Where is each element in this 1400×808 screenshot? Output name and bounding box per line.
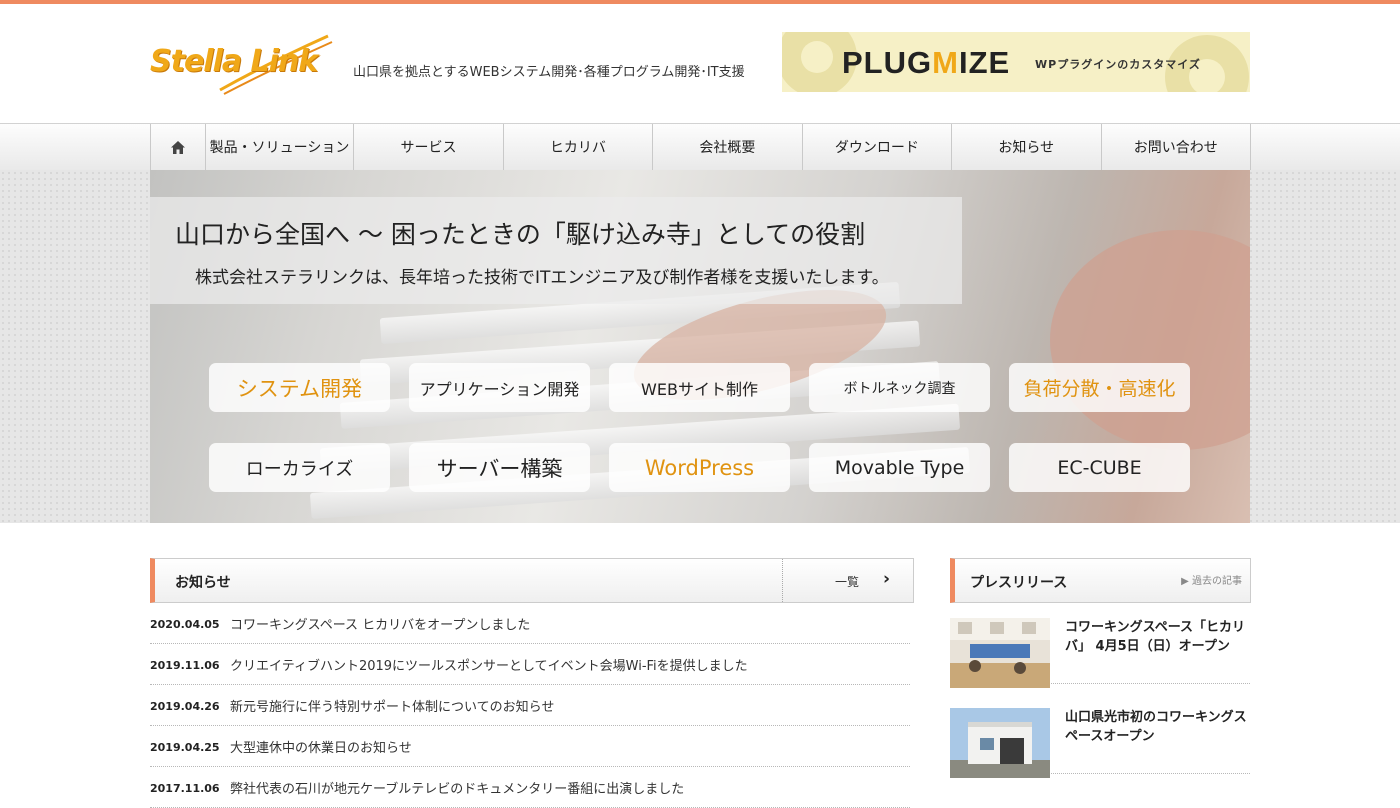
nav-item-hikariba[interactable]: ヒカリバ xyxy=(504,124,654,170)
logo-text: Stella Link xyxy=(150,44,318,79)
service-load-balance-button[interactable]: 負荷分散・高速化 xyxy=(1009,363,1190,412)
news-list: 2020.04.05 コワーキングスペース ヒカリバをオープンしました 2019… xyxy=(150,603,910,808)
service-localize-button[interactable]: ローカライズ xyxy=(209,443,390,492)
press-thumbnail[interactable] xyxy=(950,708,1050,778)
banner-subtitle: WPプラグインのカスタマイズ xyxy=(1035,58,1201,71)
logo[interactable]: Stella Link xyxy=(150,32,335,98)
press-item[interactable]: 山口県光市初のコワーキングスペースオープン xyxy=(950,693,1250,778)
nav-item-news[interactable]: お知らせ xyxy=(952,124,1102,170)
service-wordpress-button[interactable]: WordPress xyxy=(609,443,790,492)
press-thumbnail[interactable] xyxy=(950,618,1050,688)
service-app-dev-button[interactable]: アプリケーション開発 xyxy=(409,363,590,412)
nav-item-download[interactable]: ダウンロード xyxy=(803,124,953,170)
service-ec-cube-button[interactable]: EC-CUBE xyxy=(1009,443,1190,492)
service-movable-type-button[interactable]: Movable Type xyxy=(809,443,990,492)
service-system-dev-button[interactable]: システム開発 xyxy=(209,363,390,412)
news-item[interactable]: 2019.04.26 新元号施行に伴う特別サポート体制についてのお知らせ xyxy=(150,685,910,726)
hero-subline: 株式会社ステラリンクは、長年培った技術でITエンジニア及び制作者様を支援いたしま… xyxy=(195,268,889,288)
nav-item-contact[interactable]: お問い合わせ xyxy=(1102,124,1251,170)
press-archive-link[interactable]: ▶ 過去の記事 xyxy=(1181,572,1242,587)
nav-item-products[interactable]: 製品・ソリューション xyxy=(206,124,355,170)
news-item[interactable]: 2017.11.06 弊社代表の石川が地元ケーブルテレビのドキュメンタリー番組に… xyxy=(150,767,910,808)
service-website-button[interactable]: WEBサイト制作 xyxy=(609,363,790,412)
service-bottleneck-button[interactable]: ボトルネック調査 xyxy=(809,363,990,412)
press-section: プレスリリース ▶ 過去の記事 コワーキングスペース「ヒカリバ」 4月5日（日）… xyxy=(950,558,1251,778)
news-header: お知らせ 一覧 › xyxy=(150,558,914,603)
nav-item-company[interactable]: 会社概要 xyxy=(653,124,803,170)
plugmize-banner[interactable]: PLUGMIZE WPプラグインのカスタマイズ xyxy=(782,32,1250,92)
press-header: プレスリリース ▶ 過去の記事 xyxy=(950,558,1251,603)
top-accent-stripe xyxy=(0,0,1400,4)
chevron-right-icon: › xyxy=(883,569,891,589)
news-item[interactable]: 2019.11.06 クリエイティブハント2019にツールスポンサーとしてイベン… xyxy=(150,644,910,685)
hero-caption: 山口から全国へ 〜 困ったときの「駆け込み寺」としての役割 株式会社ステラリンク… xyxy=(150,197,962,304)
nav-home[interactable] xyxy=(151,124,206,170)
banner-title: PLUGMIZE xyxy=(842,45,1011,80)
site-tagline: 山口県を拠点とするWEBシステム開発･各種プログラム開発･IT支援 xyxy=(353,65,745,80)
news-list-link[interactable]: 一覧 › xyxy=(782,559,913,602)
hero-headline: 山口から全国へ 〜 困ったときの「駆け込み寺」としての役割 xyxy=(175,220,866,249)
news-section: お知らせ 一覧 › 2020.04.05 コワーキングスペース ヒカリバをオープ… xyxy=(150,558,914,808)
news-title: お知らせ xyxy=(175,575,231,591)
main-nav: 製品・ソリューション サービス ヒカリバ 会社概要 ダウンロード お知らせ お問… xyxy=(0,123,1400,171)
home-icon xyxy=(170,140,185,154)
press-item[interactable]: コワーキングスペース「ヒカリバ」 4月5日（日）オープン xyxy=(950,603,1250,688)
nav-item-services[interactable]: サービス xyxy=(354,124,504,170)
hero-section: 山口から全国へ 〜 困ったときの「駆け込み寺」としての役割 株式会社ステラリンク… xyxy=(0,170,1400,523)
news-item[interactable]: 2019.04.25 大型連休中の休業日のお知らせ xyxy=(150,726,910,767)
service-server-button[interactable]: サーバー構築 xyxy=(409,443,590,492)
news-item[interactable]: 2020.04.05 コワーキングスペース ヒカリバをオープンしました xyxy=(150,603,910,644)
press-title: プレスリリース xyxy=(970,575,1068,591)
